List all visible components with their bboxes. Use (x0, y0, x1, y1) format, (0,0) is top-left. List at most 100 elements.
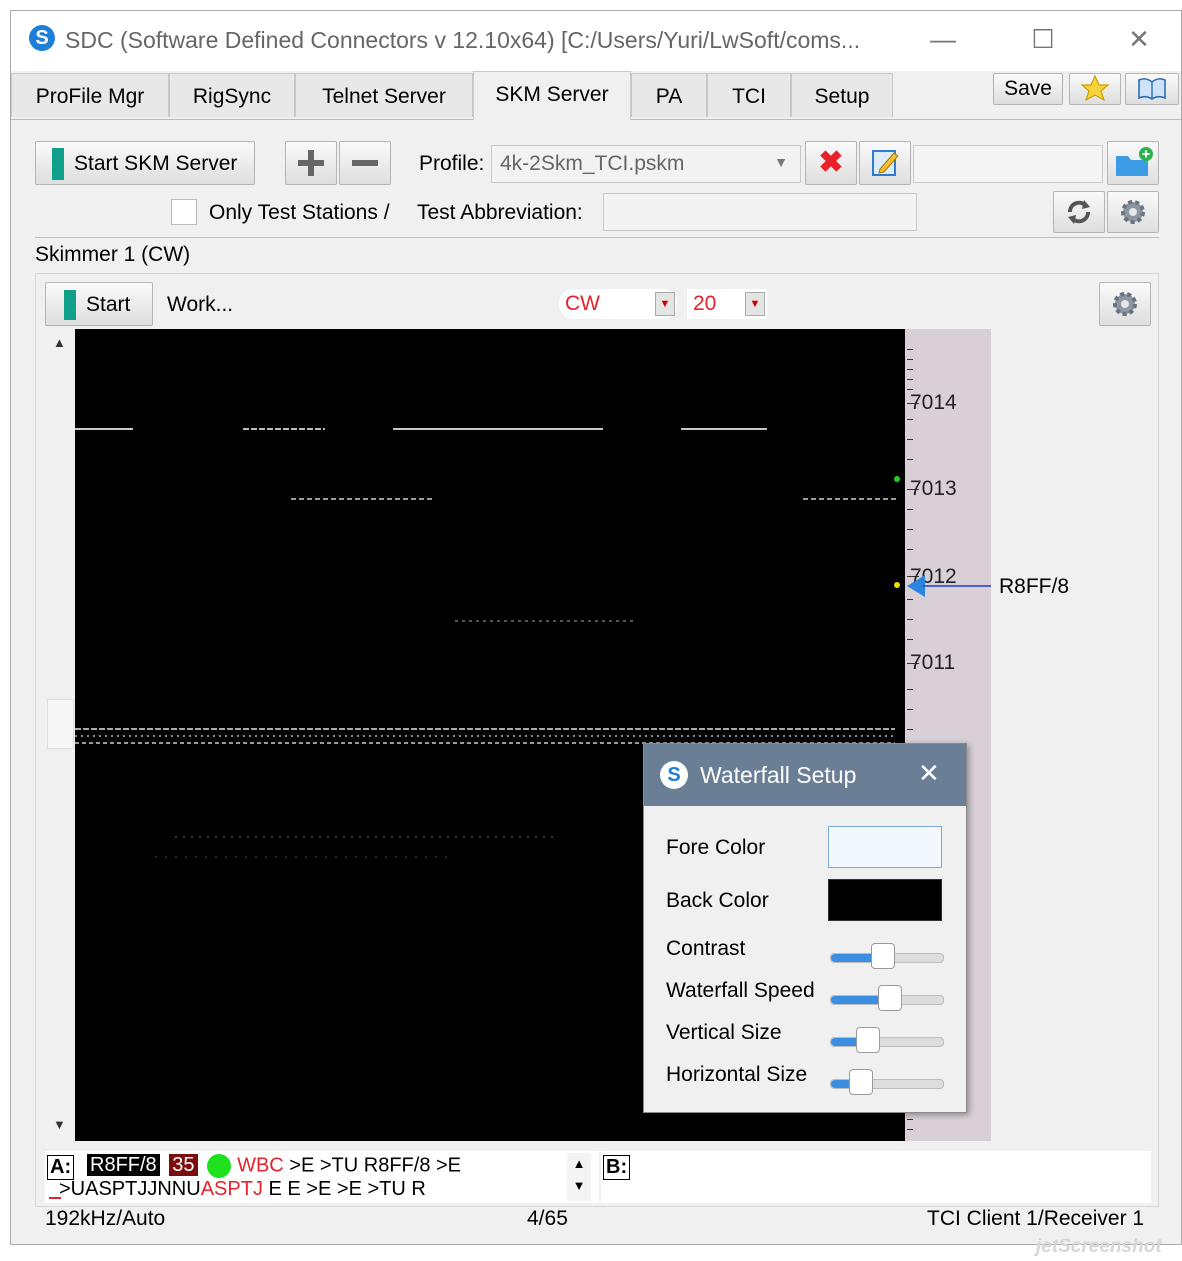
cursor-marker (49, 1197, 61, 1199)
server-settings-button[interactable] (1107, 191, 1159, 233)
back-color-label: Back Color (666, 889, 769, 912)
scale-tick (907, 689, 913, 690)
decoded-red-text-2: ASPTJ (200, 1178, 263, 1200)
vertical-size-label: Vertical Size (666, 1021, 782, 1044)
dialog-close-button[interactable]: ✕ (918, 758, 940, 789)
tab-tci[interactable]: TCI (707, 73, 791, 117)
tab-pa[interactable]: PA (631, 73, 707, 117)
decoded-text-1: >E >TU R8FF/8 >E (289, 1154, 462, 1177)
add-profile-button[interactable] (285, 141, 337, 185)
waterfall-speed-slider[interactable] (830, 985, 944, 1011)
decoded-callsign[interactable]: R8FF/8 (87, 1154, 160, 1177)
scale-tick (907, 439, 913, 440)
mode-select[interactable]: CW ▼ (559, 289, 677, 319)
skimmer-settings-button[interactable] (1099, 282, 1151, 326)
close-button[interactable]: ✕ (1119, 21, 1159, 57)
red-x-icon: ✖ (818, 146, 844, 179)
vertical-size-slider-thumb[interactable] (855, 1027, 880, 1053)
decoder-b-panel[interactable]: B: (601, 1151, 1151, 1203)
save-button[interactable]: Save (993, 73, 1063, 105)
scale-tick (907, 389, 913, 390)
section-divider (35, 237, 1159, 238)
remove-profile-button[interactable] (339, 141, 391, 185)
tab-rigsync[interactable]: RigSync (169, 73, 295, 117)
app-logo-icon: S (29, 25, 55, 51)
folder-path-field[interactable] (913, 145, 1103, 183)
app-logo-icon: S (660, 761, 688, 789)
minimize-button[interactable]: — (923, 21, 963, 57)
gear-icon (1121, 200, 1145, 224)
mode-dropdown-icon: ▼ (655, 292, 675, 316)
tab-strip: ProFile Mgr RigSync Telnet Server SKM Se… (11, 71, 1181, 120)
signal-status-dot (207, 1154, 232, 1178)
start-skm-server-button[interactable]: Start SKM Server (35, 141, 255, 185)
tab-profile-mgr[interactable]: ProFile Mgr (11, 73, 169, 117)
status-receiver: TCI Client 1/Receiver 1 (927, 1207, 1145, 1230)
profile-select[interactable]: 4k-2Skm_TCI.pskm ▼ (491, 145, 801, 183)
scale-tick (907, 379, 913, 380)
horizontal-size-slider[interactable] (830, 1069, 944, 1095)
dialog-title-bar: S Waterfall Setup ✕ (644, 744, 966, 806)
skimmer-start-button[interactable]: Start (45, 282, 153, 326)
speed-select[interactable]: 20 ▼ (687, 289, 767, 319)
scale-tick (907, 619, 913, 620)
edit-profile-button[interactable] (859, 141, 911, 185)
tab-setup[interactable]: Setup (791, 73, 893, 117)
waterfall-speed-slider-thumb[interactable] (877, 985, 902, 1011)
scale-label-7014: 7014 (910, 391, 957, 414)
contrast-slider-thumb[interactable] (870, 943, 895, 969)
delete-profile-button[interactable]: ✖ (805, 141, 857, 185)
mode-value: CW (565, 292, 600, 315)
title-bar: S SDC (Software Defined Connectors v 12.… (11, 11, 1181, 71)
status-indicator (52, 148, 64, 181)
speed-dropdown-icon: ▼ (745, 292, 765, 316)
scale-tick (907, 359, 913, 360)
spin-up-icon[interactable]: ▲ (567, 1153, 591, 1175)
profile-label: Profile: (419, 152, 485, 175)
only-test-checkbox[interactable] (171, 199, 197, 225)
tab-telnet-server[interactable]: Telnet Server (295, 73, 473, 117)
vertical-size-slider[interactable] (830, 1027, 944, 1053)
back-color-swatch[interactable] (828, 879, 942, 921)
scale-tick (907, 529, 913, 530)
test-abbreviation-input[interactable] (603, 193, 917, 231)
horizontal-size-label: Horizontal Size (666, 1063, 808, 1086)
main-window: S SDC (Software Defined Connectors v 12.… (10, 10, 1182, 1245)
spot-marker[interactable] (905, 571, 991, 601)
scale-tick (907, 729, 913, 730)
spin-down-icon[interactable]: ▼ (567, 1175, 591, 1197)
decoder-line-1: R8FF/8 35 WBC >E >TU R8FF/8 >E (87, 1154, 461, 1180)
contrast-slider[interactable] (830, 943, 944, 969)
decoder-a-spinner[interactable]: ▲ ▼ (567, 1153, 591, 1201)
decoder-line-2: >UASPTJJNNUASPTJ E E >E >E >TU R (59, 1178, 426, 1201)
skimmer-status-indicator (64, 290, 76, 321)
decoder-a-label: A: (47, 1155, 75, 1180)
waterfall-scrollbar[interactable]: ▲ ▼ (47, 329, 76, 1141)
scale-tick (907, 549, 913, 550)
scroll-thumb[interactable] (47, 699, 74, 749)
maximize-button[interactable]: ☐ (1023, 21, 1063, 57)
window-title: SDC (Software Defined Connectors v 12.10… (65, 27, 861, 53)
fore-color-swatch[interactable] (828, 826, 942, 868)
book-icon (1138, 78, 1166, 100)
scale-label-7013: 7013 (910, 477, 957, 500)
gear-icon (1113, 292, 1137, 316)
decoder-a-panel[interactable]: A: R8FF/8 35 WBC >E >TU R8FF/8 >E >UASPT… (45, 1151, 599, 1203)
folder-add-icon (1116, 147, 1153, 176)
scale-tick (907, 369, 913, 370)
skimmer-title: Skimmer 1 (CW) (35, 243, 191, 266)
plus-icon (298, 150, 324, 176)
help-book-button[interactable] (1125, 73, 1179, 105)
scroll-up-arrow-icon[interactable]: ▲ (53, 335, 66, 350)
scale-tick (907, 1129, 913, 1130)
refresh-button[interactable] (1053, 191, 1105, 233)
status-count: 4/65 (527, 1207, 568, 1230)
scale-tick (907, 709, 913, 710)
spot-callsign[interactable]: R8FF/8 (999, 575, 1069, 599)
tab-skm-server[interactable]: SKM Server (473, 71, 631, 120)
decoded-red-text: WBC (237, 1154, 284, 1177)
scroll-down-arrow-icon[interactable]: ▼ (53, 1117, 66, 1132)
horizontal-size-slider-thumb[interactable] (848, 1069, 873, 1095)
favorite-button[interactable] (1069, 73, 1121, 105)
open-folder-button[interactable] (1107, 141, 1159, 185)
